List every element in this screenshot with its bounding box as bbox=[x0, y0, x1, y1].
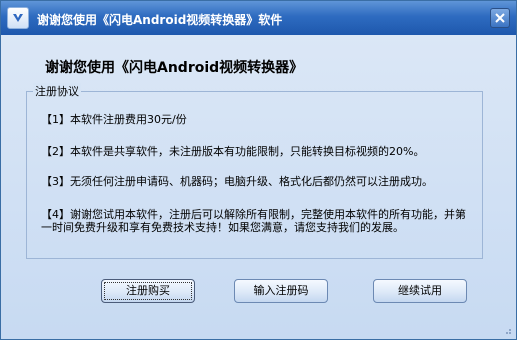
term-1: 【1】本软件注册费用30元/份 bbox=[41, 113, 187, 126]
title-bar[interactable]: 谢谢您使用《闪电Android视频转换器》软件 bbox=[1, 1, 516, 35]
buy-registration-button[interactable]: 注册购买 bbox=[101, 279, 195, 303]
term-2: 【2】本软件是共享软件，未注册版本有功能限制，只能转换目标视频的20%。 bbox=[41, 145, 425, 158]
close-icon bbox=[495, 13, 505, 23]
registration-dialog: 谢谢您使用《闪电Android视频转换器》软件 谢谢您使用《闪电Android视… bbox=[0, 0, 517, 340]
app-logo-icon bbox=[7, 7, 29, 29]
dialog-body: 谢谢您使用《闪电Android视频转换器》 注册协议 【1】本软件注册费用30元… bbox=[1, 35, 516, 339]
close-button[interactable] bbox=[490, 8, 510, 28]
agreement-group-label: 注册协议 bbox=[33, 83, 81, 99]
term-3: 【3】无须任何注册申请码、机器码；电脑升级、格式化后都仍然可以注册成功。 bbox=[41, 175, 433, 188]
resize-grip-icon[interactable] bbox=[502, 325, 512, 335]
term-4: 【4】谢谢您试用本软件，注册后可以解除所有限制，完整使用本软件的所有功能，并第一… bbox=[41, 208, 466, 234]
dialog-heading: 谢谢您使用《闪电Android视频转换器》 bbox=[45, 60, 304, 76]
window-title: 谢谢您使用《闪电Android视频转换器》软件 bbox=[37, 13, 283, 27]
continue-trial-button[interactable]: 继续试用 bbox=[373, 279, 467, 303]
enter-code-button[interactable]: 输入注册码 bbox=[234, 279, 328, 303]
